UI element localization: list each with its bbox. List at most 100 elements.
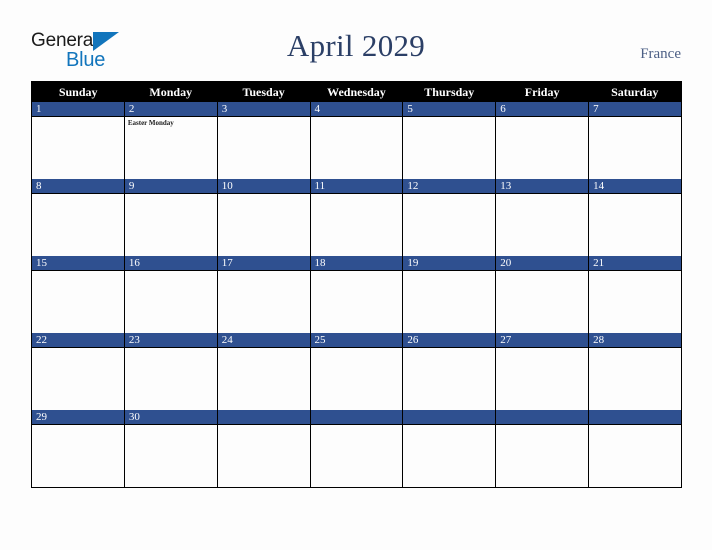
day-event-area[interactable] (32, 425, 124, 486)
day-event-area[interactable] (125, 348, 217, 409)
day-event-area[interactable] (218, 348, 310, 409)
calendar-day-cell[interactable]: 3 (216, 102, 311, 179)
day-event-area[interactable] (496, 425, 588, 486)
page-header: General Blue April 2029 France (0, 0, 712, 80)
calendar-day-cell[interactable]: 17 (216, 256, 311, 333)
calendar-day-cell[interactable]: 20 (495, 256, 590, 333)
day-event-area[interactable] (311, 194, 403, 255)
day-number: 27 (496, 333, 589, 348)
day-event-area[interactable] (311, 348, 403, 409)
calendar-day-cell[interactable] (588, 410, 682, 488)
day-event-area[interactable] (32, 271, 124, 332)
weekday-header-friday: Friday (495, 81, 589, 102)
calendar-day-cell[interactable]: 13 (495, 179, 590, 256)
day-event-area[interactable] (403, 348, 495, 409)
day-number: 19 (403, 256, 496, 271)
calendar-day-cell[interactable]: 19 (402, 256, 497, 333)
weekday-header-tuesday: Tuesday (217, 81, 311, 102)
calendar-day-cell[interactable]: 5 (402, 102, 497, 179)
day-event-area[interactable] (496, 271, 588, 332)
calendar-day-cell[interactable] (216, 410, 311, 488)
weekday-header-monday: Monday (124, 81, 218, 102)
calendar-day-cell[interactable]: 16 (123, 256, 218, 333)
day-event-area[interactable]: Easter Monday (125, 117, 217, 178)
day-event-area[interactable] (311, 425, 403, 486)
calendar-day-cell[interactable]: 21 (588, 256, 682, 333)
day-number: 5 (403, 102, 496, 117)
day-event-area[interactable] (496, 117, 588, 178)
day-event-area[interactable] (32, 117, 124, 178)
calendar-day-cell[interactable]: 27 (495, 333, 590, 410)
calendar-weekday-header-row: Sunday Monday Tuesday Wednesday Thursday… (31, 81, 682, 102)
day-event-area[interactable] (218, 194, 310, 255)
day-event-area[interactable] (589, 194, 681, 255)
day-number: 20 (496, 256, 589, 271)
calendar-day-cell[interactable]: 7 (588, 102, 682, 179)
calendar-day-cell[interactable]: 23 (123, 333, 218, 410)
day-number: 13 (496, 179, 589, 194)
day-number (217, 410, 310, 425)
calendar-day-cell[interactable]: 2 Easter Monday (123, 102, 218, 179)
calendar-day-cell[interactable] (402, 410, 497, 488)
day-event-area[interactable] (496, 194, 588, 255)
day-number: 8 (32, 179, 124, 194)
day-event-area[interactable] (218, 425, 310, 486)
calendar-day-cell[interactable]: 26 (402, 333, 497, 410)
calendar-day-cell[interactable]: 24 (216, 333, 311, 410)
calendar-day-cell[interactable]: 8 (31, 179, 125, 256)
calendar-week-row: 22 23 24 25 26 27 28 (31, 333, 682, 410)
calendar-day-cell[interactable]: 22 (31, 333, 125, 410)
calendar-day-cell[interactable]: 29 (31, 410, 125, 488)
day-event-area[interactable] (32, 348, 124, 409)
calendar-day-cell[interactable]: 9 (123, 179, 218, 256)
calendar-day-cell[interactable] (309, 410, 404, 488)
calendar-day-cell[interactable]: 25 (309, 333, 404, 410)
day-event-area[interactable] (589, 117, 681, 178)
calendar-day-cell[interactable] (495, 410, 590, 488)
calendar-day-cell[interactable]: 4 (309, 102, 404, 179)
day-event-area[interactable] (589, 271, 681, 332)
day-number: 17 (217, 256, 310, 271)
day-event-area[interactable] (403, 271, 495, 332)
day-event-area[interactable] (218, 117, 310, 178)
day-number: 14 (589, 179, 681, 194)
weekday-header-thursday: Thursday (402, 81, 496, 102)
day-event-area[interactable] (403, 194, 495, 255)
day-number: 12 (403, 179, 496, 194)
calendar-day-cell[interactable]: 14 (588, 179, 682, 256)
day-number: 25 (310, 333, 403, 348)
day-event-area[interactable] (125, 425, 217, 486)
day-event-area[interactable] (32, 194, 124, 255)
day-event-area[interactable] (403, 425, 495, 486)
calendar-week-row: 1 2 Easter Monday 3 4 5 6 7 (31, 102, 682, 179)
calendar-week-row: 29 30 (31, 410, 682, 488)
day-number: 6 (496, 102, 589, 117)
day-event-area[interactable] (311, 271, 403, 332)
calendar-day-cell[interactable]: 30 (123, 410, 218, 488)
day-event-area[interactable] (125, 271, 217, 332)
calendar-day-cell[interactable]: 18 (309, 256, 404, 333)
day-event-area[interactable] (125, 194, 217, 255)
calendar-day-cell[interactable]: 15 (31, 256, 125, 333)
day-event-area[interactable] (218, 271, 310, 332)
calendar-day-cell[interactable]: 1 (31, 102, 125, 179)
day-event-area[interactable] (496, 348, 588, 409)
calendar-day-cell[interactable]: 12 (402, 179, 497, 256)
day-number (589, 410, 681, 425)
day-event-area[interactable] (589, 348, 681, 409)
day-event-area[interactable] (403, 117, 495, 178)
calendar-day-cell[interactable]: 10 (216, 179, 311, 256)
day-event-area[interactable] (589, 425, 681, 486)
calendar-day-cell[interactable]: 11 (309, 179, 404, 256)
calendar-day-cell[interactable]: 28 (588, 333, 682, 410)
weekday-header-saturday: Saturday (588, 81, 682, 102)
calendar-day-cell[interactable]: 6 (495, 102, 590, 179)
day-number: 29 (32, 410, 124, 425)
weekday-header-wednesday: Wednesday (310, 81, 403, 102)
weekday-header-sunday: Sunday (31, 81, 125, 102)
holiday-event-label: Easter Monday (127, 119, 174, 127)
day-number: 16 (124, 256, 217, 271)
calendar-body: 1 2 Easter Monday 3 4 5 6 7 8 9 10 11 12 13 14 15 16 17 18… (31, 102, 682, 488)
day-number: 7 (589, 102, 681, 117)
day-event-area[interactable] (311, 117, 403, 178)
